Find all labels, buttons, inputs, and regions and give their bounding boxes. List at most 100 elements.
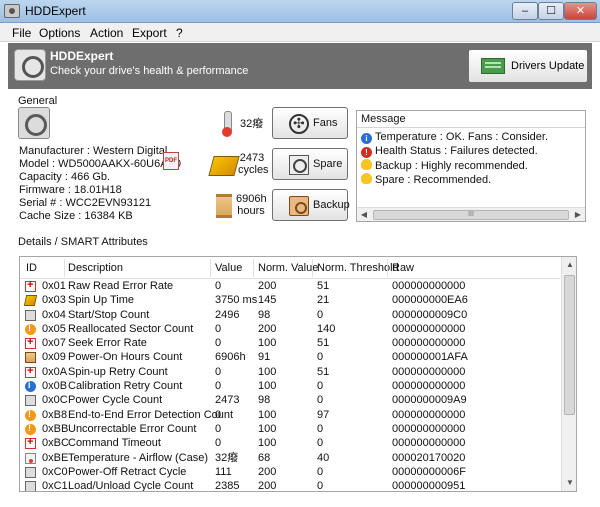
warning-icon [25, 423, 36, 435]
cell-norm-threshold: 51 [317, 365, 330, 378]
cell-norm-value: 98 [258, 394, 271, 407]
column-header-description[interactable]: Description [68, 262, 123, 274]
cell-norm-value: 100 [258, 408, 277, 421]
close-button[interactable]: ✕ [564, 2, 597, 20]
backup-button[interactable]: Backup [272, 189, 350, 221]
table-row[interactable]: 0x05Reallocated Sector Count 0 200 140 00000… [20, 322, 560, 336]
menu-options[interactable]: Options [39, 26, 80, 40]
cell-raw: 0000000009C0 [392, 308, 468, 321]
message-item[interactable]: ! Health Status : Failures detected. [361, 145, 538, 158]
header-title: HDDExpert [50, 49, 114, 63]
table-row[interactable]: 0xBE Temperature - Airflow (Case) 32癈 68 40 0… [20, 451, 560, 465]
horizontal-scrollbar[interactable]: ◀ III ▶ [357, 207, 585, 221]
column-header-value[interactable]: Value [215, 262, 242, 274]
table-row[interactable]: 0x01Raw Read Error Rate 0 200 51 00000000000… [20, 279, 560, 293]
cell-raw: 000000000000 [392, 365, 466, 378]
cell-id: 0xBB [42, 422, 69, 435]
menu-help[interactable]: ? [176, 26, 183, 40]
cell-norm-value: 68 [258, 451, 271, 464]
cell-norm-value: 200 [258, 465, 277, 478]
minimize-button[interactable]: – [512, 2, 538, 20]
fans-button[interactable]: Fans [272, 107, 348, 139]
cell-id: 0x01 [42, 280, 66, 292]
table-row[interactable]: 0x07Seek Error Rate 0 100 51 000000000000 [20, 336, 560, 350]
smart-attributes-table[interactable]: ID Description Value Norm. Value Norm. T… [19, 256, 577, 492]
message-column-header: Message [357, 111, 585, 128]
scroll-down-arrow-icon[interactable]: ▼ [562, 475, 576, 491]
cell-id: 0xBC [42, 437, 69, 450]
scroll-thumb[interactable] [564, 275, 575, 415]
cell-value: 3750 ms [215, 294, 258, 307]
add-status-icon [25, 279, 36, 292]
cell-norm-threshold: 21 [317, 294, 330, 307]
scroll-left-arrow-icon[interactable]: ◀ [357, 208, 371, 222]
spin-icon [23, 295, 38, 307]
message-item[interactable]: Spare : Recommended. [361, 173, 491, 186]
cell-norm-threshold: 0 [317, 480, 324, 492]
cell-norm-threshold: 140 [317, 322, 336, 335]
drivers-update-button[interactable]: Drivers Update [468, 49, 588, 83]
cache-text: Cache Size : 16384 KB [19, 210, 133, 222]
table-body: 0x01Raw Read Error Rate02005100000000000… [20, 279, 560, 492]
table-row[interactable]: 0x0ASpin-up Retry Count 0 100 51 00000000000… [20, 365, 560, 379]
manufacturer-text: Manufacturer : Western Digital [19, 145, 168, 157]
cell-value: 2385 [215, 480, 240, 492]
cell-norm-value: 100 [258, 437, 277, 450]
hdd-logo-icon [14, 49, 46, 81]
cell-description: Temperature - Airflow (Case) [68, 451, 208, 464]
cell-value: 0 [215, 408, 222, 421]
message-item[interactable]: i Temperature : OK. Fans : Consider. [361, 131, 548, 144]
scroll-grip-icon: III [468, 211, 474, 218]
table-row[interactable]: 0xBCCommand Timeout01000000000000000 [20, 436, 560, 450]
app-icon [4, 4, 20, 18]
menu-export[interactable]: Export [132, 26, 167, 40]
cell-description: Spin-up Retry Count [68, 365, 168, 378]
cell-norm-value: 145 [258, 294, 277, 307]
table-row[interactable]: 0x04 Start/Stop Count 2496 98 0 0000000009C0 [20, 308, 560, 322]
header-subtitle: Check your drive's health & performance [50, 65, 249, 77]
table-row[interactable]: 0xBBUncorrectable Error Count01000000000… [20, 422, 560, 436]
pdf-export-icon[interactable] [163, 152, 179, 170]
warning-icon [25, 323, 36, 335]
cell-norm-threshold: 0 [317, 351, 324, 364]
cell-value: 0 [215, 322, 222, 335]
message-list[interactable]: Message i Temperature : OK. Fans : Consid… [356, 110, 586, 222]
table-row[interactable]: 0x03 Spin Up Time 3750 ms 145 21 000000000EA6 [20, 293, 560, 307]
scroll-thumb[interactable]: III [373, 210, 569, 220]
menu-action[interactable]: Action [90, 26, 123, 40]
temperature-value: 32癈 [240, 118, 264, 130]
vertical-scrollbar[interactable]: ▲ ▼ [561, 257, 576, 491]
spare-button[interactable]: Spare [272, 148, 348, 180]
cell-norm-value: 200 [258, 322, 277, 335]
cell-value: 32癈 [215, 451, 239, 464]
table-row[interactable]: 0xC0 Power-Off Retract Cycle 111 200 0 000000… [20, 465, 560, 479]
cell-norm-value: 100 [258, 422, 277, 435]
cell-description: Start/Stop Count [68, 308, 150, 321]
column-header-id[interactable]: ID [26, 262, 37, 274]
cell-raw: 000000000EA6 [392, 294, 468, 307]
cell-id: 0x05 [42, 322, 66, 335]
cell-value: 0 [215, 337, 222, 350]
circuit-board-icon [481, 58, 505, 74]
message-item[interactable]: Backup : Highly recommended. [361, 159, 528, 172]
cell-norm-value: 200 [258, 480, 277, 492]
table-row[interactable]: 0x0C Power Cycle Count 2473 98 0 0000000009A9 [20, 393, 560, 407]
cell-norm-threshold: 0 [317, 422, 324, 435]
firmware-text: Firmware : 18.01H18 [19, 184, 122, 196]
table-row[interactable]: 0x0BCalibration Retry Count0100000000000… [20, 379, 560, 393]
cell-description: Raw Read Error Rate [68, 280, 174, 292]
backup-label: Backup [313, 199, 350, 211]
table-row[interactable]: 0x09 Power-On Hours Count 6906h 91 0 00000000… [20, 350, 560, 364]
column-header-raw[interactable]: Raw [392, 262, 414, 274]
cell-id: 0x0C [42, 394, 68, 407]
maximize-button[interactable]: ☐ [538, 2, 564, 20]
cell-raw: 000000000000 [392, 437, 466, 450]
column-header-norm-value[interactable]: Norm. Value [258, 262, 318, 274]
scroll-up-arrow-icon[interactable]: ▲ [562, 257, 576, 273]
table-row[interactable]: 0xB8End-to-End Error Detection Count0 100… [20, 408, 560, 422]
scroll-right-arrow-icon[interactable]: ▶ [571, 208, 585, 222]
menu-file[interactable]: File [12, 26, 31, 40]
warning-icon [25, 409, 36, 421]
cell-value: 111 [215, 465, 232, 478]
table-row[interactable]: 0xC1 Load/Unload Cycle Count 2385 200 0 00000… [20, 479, 560, 492]
